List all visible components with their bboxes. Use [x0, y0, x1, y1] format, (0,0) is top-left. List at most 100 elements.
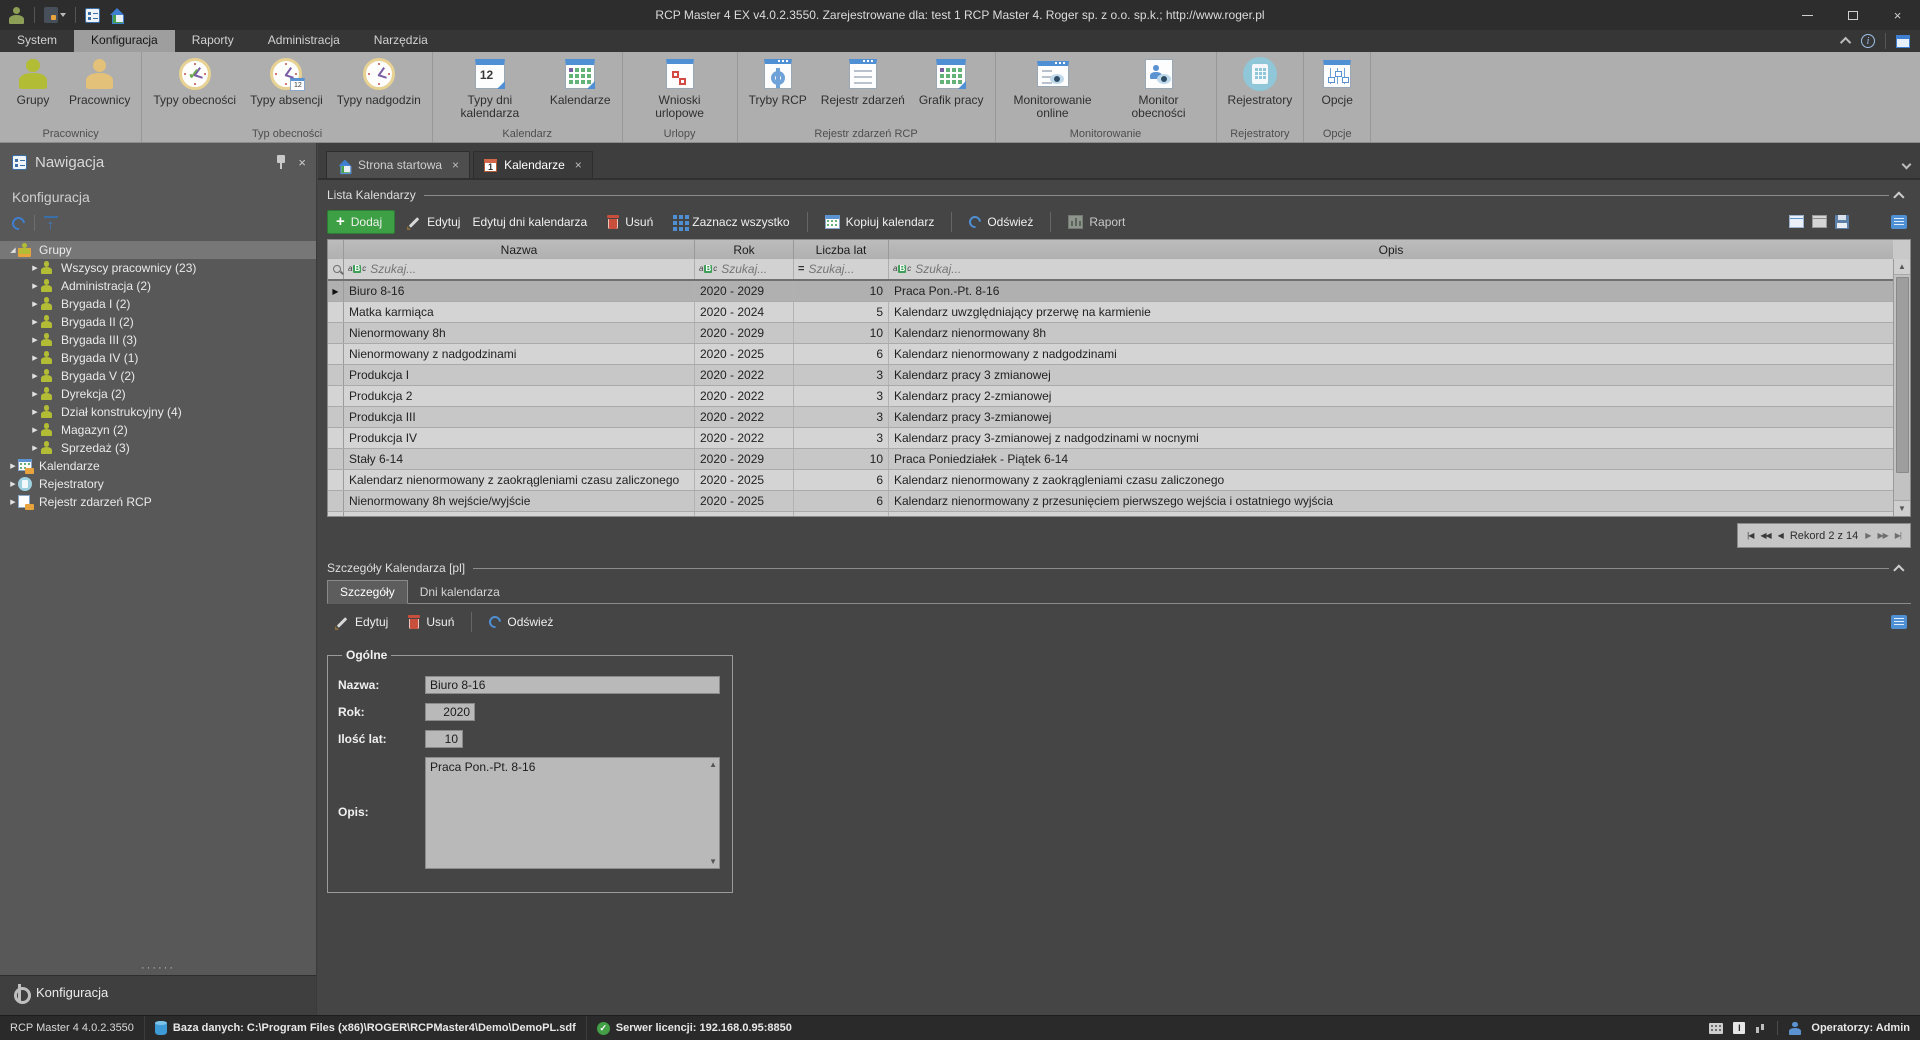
typy-absencji-button[interactable]: 12 Typy absencji — [243, 54, 330, 109]
tab-dni-kalendarza[interactable]: Dni kalendarza — [408, 581, 512, 603]
tree-item-group[interactable]: ▶ Brygada I (2) — [0, 295, 316, 313]
filter-input-nazwa[interactable] — [370, 262, 681, 276]
odswiez-button[interactable]: Odśwież — [481, 611, 561, 633]
equals-filter-icon[interactable]: = — [798, 263, 804, 275]
expander-icon[interactable]: ▶ — [30, 282, 40, 290]
table-row[interactable]: Produkcja 2 2020 - 2022 3 Kalendarz prac… — [328, 386, 1893, 407]
expander-icon[interactable]: ▶ — [30, 426, 40, 434]
tree-item-group[interactable]: ▶ Brygada IV (1) — [0, 349, 316, 367]
tab-administracja[interactable]: Administracja — [251, 30, 357, 52]
tab-narzedzia[interactable]: Narzędzia — [357, 30, 445, 52]
typy-dni-kalendarza-button[interactable]: 12 Typy dni kalendarza — [437, 54, 543, 122]
monitorowanie-online-button[interactable]: Monitorowanie online — [1000, 54, 1106, 122]
typy-obecnosci-button[interactable]: ✓ Typy obecności — [146, 54, 243, 109]
filter-cell-opis[interactable]: aBc — [889, 259, 1893, 279]
expander-icon[interactable]: ▶ — [8, 462, 18, 470]
tree-item-group[interactable]: ▶ Brygada II (2) — [0, 313, 316, 331]
collapse-ribbon-icon[interactable] — [1840, 37, 1851, 48]
panel-options-icon[interactable] — [1891, 615, 1907, 629]
filter-cell-nazwa[interactable]: aBc — [344, 259, 695, 279]
tree-item-group[interactable]: ▶ Brygada V (2) — [0, 367, 316, 385]
collapse-all-icon[interactable] — [44, 216, 58, 231]
tree-item-kalendarze[interactable]: ▶ Kalendarze — [0, 457, 316, 475]
vertical-scrollbar[interactable]: ▲ ▼ — [1893, 259, 1910, 516]
tree-item-group[interactable]: ▶ Administracja (2) — [0, 277, 316, 295]
window-list-icon[interactable] — [1896, 35, 1910, 48]
filter-cell-rok[interactable]: aBc — [695, 259, 794, 279]
monitor-obecnosci-button[interactable]: Monitor obecności — [1106, 54, 1212, 122]
close-sidebar-icon[interactable]: × — [298, 156, 306, 169]
close-button[interactable]: × — [1875, 0, 1920, 30]
tree-item-group[interactable]: ▶ Brygada III (3) — [0, 331, 316, 349]
wnioski-urlopowe-button[interactable]: Wnioski urlopowe — [627, 54, 733, 122]
tab-raporty[interactable]: Raporty — [175, 30, 251, 52]
tab-system[interactable]: System — [0, 30, 74, 52]
tree-item-group[interactable]: ▶ Sprzedaż (3) — [0, 439, 316, 457]
zaznacz-wszystko-button[interactable]: Zaznacz wszystko — [665, 211, 797, 233]
expander-icon[interactable]: ▶ — [8, 480, 18, 488]
expander-icon[interactable]: ◢ — [8, 246, 18, 254]
ilosc-lat-field[interactable]: 10 — [425, 730, 463, 748]
collapse-panel-icon[interactable] — [1893, 564, 1904, 575]
text-filter-icon[interactable]: aBc — [699, 265, 717, 273]
expander-icon[interactable]: ▶ — [30, 318, 40, 326]
rejestr-zdarzen-button[interactable]: Rejestr zdarzeń — [814, 54, 912, 109]
tryby-rcp-button[interactable]: Tryby RCP — [742, 54, 814, 109]
column-chooser-icon[interactable] — [1789, 215, 1804, 228]
scroll-down-icon[interactable]: ▼ — [709, 857, 717, 866]
typy-nadgodzin-button[interactable]: Typy nadgodzin — [330, 54, 428, 109]
tree-item-group[interactable]: ▶ Dział konstrukcyjny (4) — [0, 403, 316, 421]
layout-icon[interactable] — [1812, 215, 1827, 228]
expander-icon[interactable]: ▶ — [30, 336, 40, 344]
scrollbar-thumb[interactable] — [1896, 277, 1909, 473]
expander-icon[interactable]: ▶ — [8, 498, 18, 506]
expander-icon[interactable]: ▶ — [30, 444, 40, 452]
prev-record-icon[interactable]: ◀ — [1778, 531, 1783, 540]
prev-page-icon[interactable]: ◀◀ — [1760, 531, 1770, 540]
info-icon[interactable]: i — [1861, 34, 1875, 48]
tab-strona-startowa[interactable]: Strona startowa × — [326, 151, 470, 178]
sidebar-resize-grip[interactable]: ······ — [0, 963, 316, 975]
tree-item-group[interactable]: ▶ Magazyn (2) — [0, 421, 316, 439]
scroll-up-icon[interactable]: ▲ — [709, 760, 717, 769]
column-header-nazwa[interactable]: Nazwa — [344, 240, 695, 259]
usun-button[interactable]: Usuń — [400, 611, 462, 633]
column-header-rok[interactable]: Rok — [695, 240, 794, 259]
column-header-opis[interactable]: Opis — [889, 240, 1893, 259]
table-row[interactable]: Produkcja I 2020 - 2022 3 Kalendarz prac… — [328, 365, 1893, 386]
minimize-button[interactable] — [1785, 0, 1830, 30]
database-menu-button[interactable] — [44, 7, 66, 23]
tree-item-rejestr-zdarzen[interactable]: ▶ Rejestr zdarzeń RCP — [0, 493, 316, 511]
text-filter-icon[interactable]: aBc — [893, 265, 911, 273]
home-icon[interactable] — [109, 8, 125, 23]
filter-input-rok[interactable] — [721, 262, 793, 276]
tree-item-group[interactable]: ▶ Wszyscy pracownicy (23) — [0, 259, 316, 277]
filter-cell-liczba-lat[interactable]: = — [794, 259, 889, 279]
panel-options-icon[interactable] — [1891, 215, 1907, 229]
collapse-panel-icon[interactable] — [1893, 191, 1904, 202]
column-header-liczba-lat[interactable]: Liczba lat — [794, 240, 889, 259]
kopiuj-kalendarz-button[interactable]: Kopiuj kalendarz — [817, 211, 943, 233]
table-row[interactable]: Nienormowany 8h 2020 - 2029 10 Kalendarz… — [328, 323, 1893, 344]
expander-icon[interactable]: ▶ — [30, 300, 40, 308]
raport-button[interactable]: Raport — [1060, 211, 1133, 233]
scroll-up-icon[interactable]: ▲ — [1894, 259, 1910, 275]
text-filter-icon[interactable]: aBc — [348, 265, 366, 273]
usun-button[interactable]: Usuń — [599, 211, 661, 233]
odswiez-button[interactable]: Odśwież — [961, 211, 1041, 233]
filter-input-opis[interactable] — [915, 262, 1815, 276]
navigation-icon[interactable] — [85, 8, 100, 23]
edytuj-button[interactable]: Edytuj — [327, 611, 396, 633]
pracownicy-button[interactable]: Pracownicy — [62, 54, 137, 109]
first-record-icon[interactable]: |◀ — [1747, 531, 1753, 540]
refresh-icon[interactable] — [9, 214, 27, 232]
tab-kalendarze[interactable]: 1 Kalendarze × — [473, 151, 593, 178]
expander-icon[interactable]: ▶ — [30, 372, 40, 380]
tab-szczegoly[interactable]: Szczegóły — [327, 580, 408, 604]
maximize-button[interactable] — [1830, 0, 1875, 30]
next-record-icon[interactable]: ▶ — [1865, 531, 1870, 540]
tab-konfiguracja[interactable]: Konfiguracja — [74, 30, 175, 52]
scroll-down-icon[interactable]: ▼ — [1894, 500, 1910, 516]
table-row[interactable]: Stały 6-14 2020 - 2029 10 Praca Poniedzi… — [328, 449, 1893, 470]
next-page-icon[interactable]: ▶▶ — [1877, 531, 1887, 540]
